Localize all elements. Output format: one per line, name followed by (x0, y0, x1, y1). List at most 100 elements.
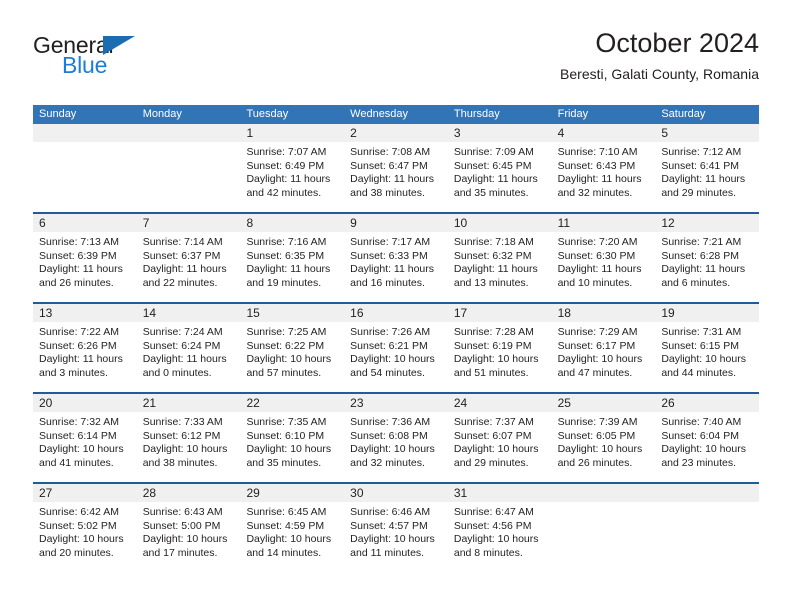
day-daylight-line2-text: and 3 minutes. (39, 366, 108, 379)
day-number[interactable]: 8 (240, 214, 344, 232)
day-number[interactable]: 28 (137, 484, 241, 502)
day-cell[interactable]: Sunrise: 6:45 AM Sunset: 4:59 PM Daylight:… (240, 502, 344, 572)
day-number[interactable]: 13 (33, 304, 137, 322)
day-cell[interactable]: Sunrise: 7:37 AM Sunset: 6:07 PM Daylight:… (448, 412, 552, 482)
day-number[interactable]: 7 (137, 214, 241, 232)
day-number[interactable]: 2 (344, 124, 448, 142)
day-sunset-text: Sunset: 6:17 PM (557, 339, 636, 352)
day-cell[interactable]: Sunrise: 7:20 AM Sunset: 6:30 PM Daylight:… (552, 232, 656, 302)
day-number[interactable]: 25 (552, 394, 656, 412)
day-number[interactable]: 5 (655, 124, 759, 142)
day-cell[interactable]: Sunrise: 7:09 AM Sunset: 6:45 PM Daylight:… (448, 142, 552, 212)
day-sunset-text: Sunset: 6:49 PM (246, 159, 325, 172)
day-number[interactable]: 22 (240, 394, 344, 412)
day-daylight-line1-text: Daylight: 11 hours (453, 173, 538, 185)
day-sunrise-text: Sunrise: 7:20 AM (557, 236, 638, 248)
day-daylight-line1-text: Daylight: 10 hours (246, 533, 332, 545)
day-number[interactable]: 4 (552, 124, 656, 142)
day-number[interactable]: 24 (448, 394, 552, 412)
day-daylight-line1-text: Daylight: 11 hours (39, 263, 123, 275)
day-sunrise-text: Sunrise: 7:10 AM (557, 146, 638, 158)
day-cell[interactable]: Sunrise: 7:22 AM Sunset: 6:26 PM Daylight:… (33, 322, 137, 392)
day-number[interactable]: 1 (240, 124, 344, 142)
day-number[interactable]: 29 (240, 484, 344, 502)
day-number[interactable]: 15 (240, 304, 344, 322)
day-cell[interactable]: Sunrise: 6:47 AM Sunset: 4:56 PM Daylight:… (448, 502, 552, 572)
day-cell[interactable]: Sunrise: 7:13 AM Sunset: 6:39 PM Daylight:… (33, 232, 137, 302)
day-number[interactable]: 20 (33, 394, 137, 412)
day-cell[interactable]: Sunrise: 7:16 AM Sunset: 6:35 PM Daylight:… (240, 232, 344, 302)
day-sunset-text: Sunset: 6:43 PM (557, 159, 636, 172)
day-cell[interactable]: Sunrise: 7:08 AM Sunset: 6:47 PM Daylight:… (344, 142, 448, 212)
day-cell[interactable]: Sunrise: 7:21 AM Sunset: 6:28 PM Daylight:… (655, 232, 759, 302)
day-number[interactable]: 18 (552, 304, 656, 322)
calendar-week-row: 27 28 29 30 31 Sunrise: 6:42 AM Sunset: 5:02 P… (33, 482, 759, 572)
day-number[interactable]: 10 (448, 214, 552, 232)
day-sunset-text: Sunset: 4:57 PM (350, 519, 428, 532)
day-number[interactable]: 16 (344, 304, 448, 322)
day-cell[interactable]: Sunrise: 7:31 AM Sunset: 6:15 PM Daylight:… (655, 322, 759, 392)
day-cell[interactable]: Sunrise: 7:07 AM Sunset: 6:49 PM Daylight:… (240, 142, 344, 212)
day-cell[interactable]: Sunrise: 7:10 AM Sunset: 6:43 PM Daylight:… (552, 142, 656, 212)
day-number[interactable]: 17 (448, 304, 552, 322)
day-sunset-text: Sunset: 5:02 PM (39, 519, 117, 532)
day-sunrise-text: Sunrise: 7:32 AM (39, 416, 119, 428)
day-cell[interactable]: Sunrise: 7:33 AM Sunset: 6:12 PM Daylight:… (137, 412, 241, 482)
day-cell[interactable]: Sunrise: 7:17 AM Sunset: 6:33 PM Daylight:… (344, 232, 448, 302)
day-sunrise-text: Sunrise: 6:47 AM (453, 506, 534, 518)
day-number[interactable]: 19 (655, 304, 759, 322)
day-cell[interactable]: Sunrise: 7:25 AM Sunset: 6:22 PM Daylight:… (240, 322, 344, 392)
day-sunrise-text: Sunrise: 7:31 AM (661, 326, 742, 338)
day-cell[interactable]: Sunrise: 7:39 AM Sunset: 6:05 PM Daylight:… (552, 412, 656, 482)
week-daynumber-band: 27 28 29 30 31 (33, 484, 759, 502)
day-cell[interactable]: Sunrise: 7:35 AM Sunset: 6:10 PM Daylight:… (240, 412, 344, 482)
day-cell[interactable]: Sunrise: 7:36 AM Sunset: 6:08 PM Daylight:… (344, 412, 448, 482)
day-number[interactable]: 12 (655, 214, 759, 232)
day-cell[interactable]: Sunrise: 7:40 AM Sunset: 6:04 PM Daylight:… (655, 412, 759, 482)
day-number[interactable]: 31 (448, 484, 552, 502)
day-daylight-line1-text: Daylight: 10 hours (142, 533, 228, 545)
day-cell[interactable]: Sunrise: 7:14 AM Sunset: 6:37 PM Daylight:… (137, 232, 241, 302)
day-daylight-line1-text: Daylight: 10 hours (350, 533, 435, 545)
day-sunrise-text: Sunrise: 6:42 AM (39, 506, 119, 518)
day-cell[interactable]: Sunrise: 6:42 AM Sunset: 5:02 PM Daylight:… (33, 502, 137, 572)
day-daylight-line1-text: Daylight: 10 hours (453, 353, 539, 365)
day-sunrise-text: Sunrise: 7:40 AM (661, 416, 742, 428)
day-sunrise-text: Sunrise: 7:12 AM (661, 146, 742, 158)
day-cell[interactable]: Sunrise: 7:26 AM Sunset: 6:21 PM Daylight:… (344, 322, 448, 392)
week-detail-band: Sunrise: 7:22 AM Sunset: 6:26 PM Daylight:… (33, 322, 759, 392)
day-number[interactable]: 26 (655, 394, 759, 412)
day-sunset-text: Sunset: 6:39 PM (39, 249, 117, 262)
day-number[interactable]: 14 (137, 304, 241, 322)
day-number[interactable]: 23 (344, 394, 448, 412)
general-blue-logo: General Blue (33, 34, 233, 94)
week-detail-band: Sunrise: 7:13 AM Sunset: 6:39 PM Daylight:… (33, 232, 759, 302)
day-number[interactable]: 30 (344, 484, 448, 502)
calendar-grid: Sunday Monday Tuesday Wednesday Thursday… (33, 105, 759, 572)
day-cell[interactable]: Sunrise: 7:18 AM Sunset: 6:32 PM Daylight:… (448, 232, 552, 302)
day-daylight-line2-text: and 17 minutes. (142, 546, 218, 559)
day-number[interactable]: 3 (448, 124, 552, 142)
day-cell[interactable]: Sunrise: 7:12 AM Sunset: 6:41 PM Daylight:… (655, 142, 759, 212)
day-cell[interactable]: Sunrise: 6:43 AM Sunset: 5:00 PM Daylight:… (137, 502, 241, 572)
week-daynumber-band: 20 21 22 23 24 25 26 (33, 394, 759, 412)
day-sunset-text: Sunset: 6:28 PM (661, 249, 739, 262)
day-number[interactable]: 6 (33, 214, 137, 232)
day-sunset-text: Sunset: 6:04 PM (661, 429, 739, 442)
day-cell[interactable]: Sunrise: 7:29 AM Sunset: 6:17 PM Daylight:… (552, 322, 656, 392)
day-number[interactable]: 9 (344, 214, 448, 232)
day-cell[interactable]: Sunrise: 6:46 AM Sunset: 4:57 PM Daylight:… (344, 502, 448, 572)
day-sunrise-text: Sunrise: 7:17 AM (350, 236, 431, 248)
week-daynumber-band: 13 14 15 16 17 18 19 (33, 304, 759, 322)
day-number[interactable]: 27 (33, 484, 137, 502)
day-cell[interactable]: Sunrise: 7:28 AM Sunset: 6:19 PM Daylight:… (448, 322, 552, 392)
day-number[interactable]: 21 (137, 394, 241, 412)
day-sunset-text: Sunset: 4:59 PM (246, 519, 325, 532)
day-sunrise-text: Sunrise: 7:18 AM (453, 236, 534, 248)
day-sunset-text: Sunset: 6:12 PM (142, 429, 221, 442)
day-cell-empty (33, 142, 137, 212)
day-cell[interactable]: Sunrise: 7:32 AM Sunset: 6:14 PM Daylight:… (33, 412, 137, 482)
day-cell[interactable]: Sunrise: 7:24 AM Sunset: 6:24 PM Daylight:… (137, 322, 241, 392)
day-number[interactable]: 11 (552, 214, 656, 232)
day-sunrise-text: Sunrise: 7:33 AM (142, 416, 223, 428)
